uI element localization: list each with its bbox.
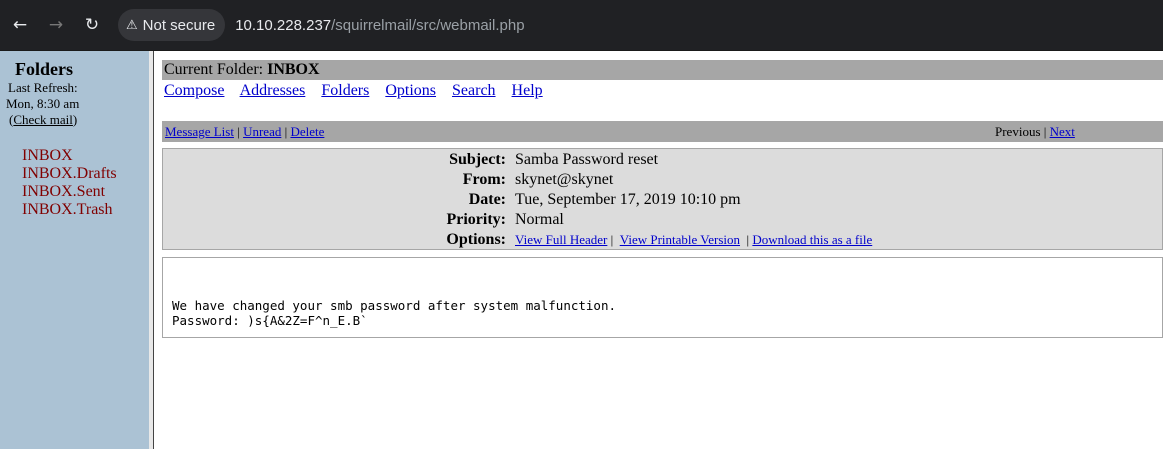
message-actions: Message List | Unread | Delete [165, 124, 325, 139]
subject-value: Samba Password reset [515, 151, 659, 168]
main-menu: Compose Addresses Folders Options Search… [164, 82, 555, 100]
options-links: View Full Header | View Printable Versio… [515, 232, 873, 247]
priority-label: Priority: [446, 211, 506, 228]
folder-pane: Folders Last Refresh: Mon, 8:30 am (Chec… [0, 51, 149, 449]
date-value: Tue, September 17, 2019 10:10 pm [515, 191, 741, 208]
url-path: /squirrelmail/src/webmail.php [331, 16, 525, 34]
folder-inbox[interactable]: INBOX [22, 147, 117, 165]
message-list-link[interactable]: Message List [165, 124, 234, 139]
view-full-header-link[interactable]: View Full Header [515, 232, 607, 247]
compose-link[interactable]: Compose [164, 82, 224, 99]
current-folder-label: Current Folder: [164, 61, 264, 78]
forward-arrow-icon[interactable]: → [44, 13, 68, 37]
message-nav-bar: Message List | Unread | Delete Previous … [162, 121, 1163, 142]
options-row: Options: View Full Header | View Printab… [163, 231, 1163, 251]
current-folder-name: INBOX [267, 61, 320, 78]
help-link[interactable]: Help [512, 82, 543, 99]
date-label: Date: [468, 191, 506, 208]
from-value: skynet@skynet [515, 171, 614, 188]
last-refresh-time: Mon, 8:30 am [6, 96, 80, 111]
message-pane: Current Folder: INBOX Compose Addresses … [154, 51, 1163, 449]
folders-title: Folders [15, 59, 73, 79]
back-arrow-icon[interactable]: ← [8, 13, 32, 37]
delete-link[interactable]: Delete [290, 124, 324, 139]
subject-row: Subject: Samba Password reset [163, 151, 1163, 171]
url-host: 10.10.228.237 [235, 16, 332, 34]
security-indicator[interactable]: ⚠ Not secure [118, 9, 226, 41]
check-mail-link[interactable]: Check mail [13, 112, 73, 127]
security-label: Not secure [142, 16, 216, 34]
next-link[interactable]: Next [1050, 124, 1075, 139]
folder-inbox-sent[interactable]: INBOX.Sent [22, 183, 117, 201]
options-link[interactable]: Options [385, 82, 436, 99]
browser-toolbar: ← → ↻ ⚠ Not secure 10.10.228.237/squirre… [0, 0, 1163, 51]
message-body: We have changed your smb password after … [162, 257, 1163, 338]
previous-label: Previous [995, 124, 1041, 139]
from-label: From: [462, 171, 506, 188]
folder-inbox-drafts[interactable]: INBOX.Drafts [22, 165, 117, 183]
reload-icon[interactable]: ↻ [80, 13, 104, 37]
priority-row: Priority: Normal [163, 211, 1163, 231]
folder-inbox-trash[interactable]: INBOX.Trash [22, 201, 117, 219]
view-printable-link[interactable]: View Printable Version [620, 232, 740, 247]
folder-list: INBOX INBOX.Drafts INBOX.Sent INBOX.Tras… [22, 147, 117, 219]
message-body-text: We have changed your smb password after … [172, 298, 616, 328]
current-folder-bar: Current Folder: INBOX [162, 60, 1163, 80]
last-refresh-label: Last Refresh: [8, 80, 78, 95]
unread-link[interactable]: Unread [243, 124, 281, 139]
message-headers: Subject: Samba Password reset From: skyn… [162, 148, 1163, 250]
warning-triangle-icon: ⚠ [126, 17, 138, 32]
priority-value: Normal [515, 211, 564, 228]
body-line-2: Password: )s{A&2Z=F^n_E.B` [172, 313, 368, 328]
address-bar[interactable]: ⚠ Not secure 10.10.228.237/squirrelmail/… [118, 9, 1158, 41]
folders-link[interactable]: Folders [321, 82, 369, 99]
search-link[interactable]: Search [452, 82, 496, 99]
body-line-1: We have changed your smb password after … [172, 298, 617, 313]
download-file-link[interactable]: Download this as a file [752, 232, 872, 247]
addresses-link[interactable]: Addresses [240, 82, 306, 99]
options-label: Options: [446, 231, 506, 248]
from-row: From: skynet@skynet [163, 171, 1163, 191]
check-mail: (Check mail) [9, 112, 78, 127]
prev-next-nav: Previous | Next [995, 124, 1075, 139]
subject-label: Subject: [449, 151, 506, 168]
date-row: Date: Tue, September 17, 2019 10:10 pm [163, 191, 1163, 211]
